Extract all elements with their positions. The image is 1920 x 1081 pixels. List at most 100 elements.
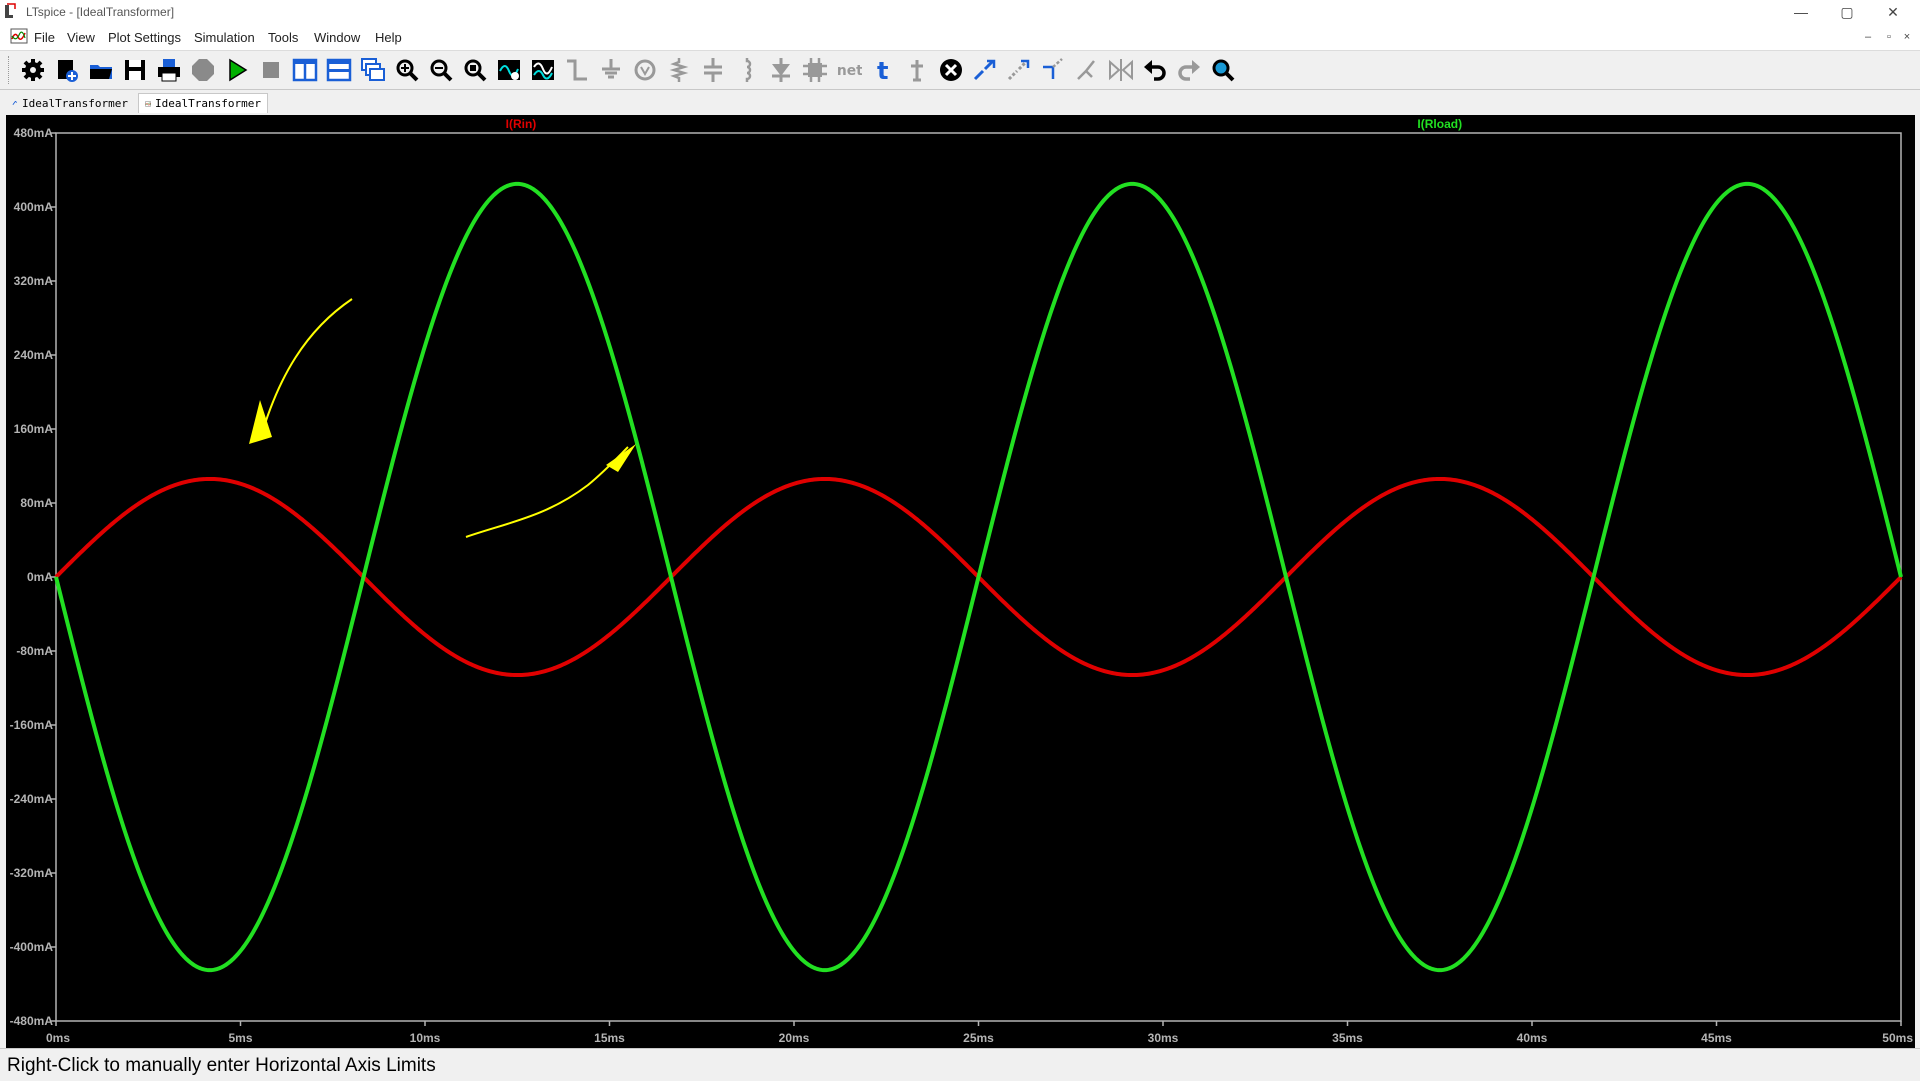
wire-icon xyxy=(567,59,587,81)
tab-waveform[interactable]: IdealTransformer xyxy=(138,93,268,113)
waveform-doc-icon xyxy=(145,101,151,106)
annotation-arrow-rload xyxy=(465,446,629,538)
move-button[interactable] xyxy=(1004,55,1034,85)
minimize-button[interactable]: — xyxy=(1778,0,1824,24)
waveform-icon xyxy=(532,60,554,80)
zoom-fit-icon xyxy=(464,59,487,82)
inductor-button[interactable] xyxy=(732,55,762,85)
cascade-button[interactable] xyxy=(358,55,388,85)
undo-icon xyxy=(1144,60,1166,81)
mdi-close-button[interactable]: × xyxy=(1899,29,1915,45)
menu-simulation[interactable]: Simulation xyxy=(194,30,255,45)
tile-vertical-button[interactable] xyxy=(290,55,320,85)
zoom-in-icon xyxy=(396,59,419,82)
find-button[interactable] xyxy=(1208,55,1238,85)
delete-icon xyxy=(940,59,962,81)
tab-label: IdealTransformer xyxy=(155,97,261,110)
waveform-button[interactable] xyxy=(528,55,558,85)
redo-button[interactable] xyxy=(1174,55,1204,85)
zoom-out-button[interactable] xyxy=(426,55,456,85)
zoom-in-button[interactable] xyxy=(392,55,422,85)
resistor-button[interactable] xyxy=(664,55,694,85)
delete-button[interactable] xyxy=(936,55,966,85)
mirror-button[interactable] xyxy=(1106,55,1136,85)
y-tick-label: -240mA xyxy=(10,792,54,806)
x-tick-label: 35ms xyxy=(1332,1031,1363,1045)
diode-button[interactable] xyxy=(766,55,796,85)
drag-button[interactable] xyxy=(1038,55,1068,85)
duplicate-icon xyxy=(973,59,996,81)
new-schematic-button[interactable] xyxy=(52,55,82,85)
find-icon xyxy=(1212,59,1235,82)
wire-button[interactable] xyxy=(562,55,592,85)
tile-horizontal-icon xyxy=(326,58,352,82)
y-tick-label: 480mA xyxy=(14,126,54,140)
run-icon xyxy=(229,58,248,82)
document-tab-bar: IdealTransformer IdealTransformer xyxy=(0,90,1920,114)
spice-directive-icon xyxy=(911,60,923,82)
open-button[interactable] xyxy=(86,55,116,85)
x-tick-label: 20ms xyxy=(779,1031,810,1045)
voltage-source-button[interactable] xyxy=(630,55,660,85)
save-button[interactable] xyxy=(120,55,150,85)
stop-button[interactable] xyxy=(256,55,286,85)
y-tick-label: 160mA xyxy=(14,422,54,436)
resistor-icon xyxy=(669,58,689,82)
x-tick-label: 50ms xyxy=(1882,1031,1913,1045)
text-button[interactable]: t xyxy=(868,55,898,85)
menu-window[interactable]: Window xyxy=(314,30,360,45)
rotate-button[interactable] xyxy=(1072,55,1102,85)
y-tick-label: 240mA xyxy=(14,348,54,362)
drag-icon xyxy=(1043,58,1063,79)
toolbar-grip[interactable] xyxy=(8,56,12,84)
run-button[interactable] xyxy=(222,55,252,85)
ground-button[interactable] xyxy=(596,55,626,85)
settings-button[interactable] xyxy=(18,55,48,85)
waveform-chart[interactable]: 480mA 400mA 320mA 240mA 160mA 80mA 0mA -80mA -16… xyxy=(6,115,1915,1048)
annotation-arrow-rin xyxy=(259,298,353,441)
spice-directive-button[interactable] xyxy=(902,55,932,85)
menu-bar: File View Plot Settings Simulation Tools… xyxy=(0,24,1920,51)
zoom-out-icon xyxy=(430,59,453,82)
waveform-doc-icon xyxy=(10,28,28,44)
y-tick-label: -320mA xyxy=(10,866,54,880)
capacitor-button[interactable] xyxy=(698,55,728,85)
y-tick-label: -400mA xyxy=(10,940,54,954)
waveform-plot-pane[interactable]: 480mA 400mA 320mA 240mA 160mA 80mA 0mA -80mA -16… xyxy=(6,115,1915,1048)
annotation-arrowhead-rin xyxy=(249,400,272,444)
mdi-restore-button[interactable]: ▫ xyxy=(1881,29,1897,45)
zoom-fit-button[interactable] xyxy=(460,55,490,85)
menu-view[interactable]: View xyxy=(67,30,95,45)
component-button[interactable] xyxy=(800,55,830,85)
duplicate-button[interactable] xyxy=(970,55,1000,85)
print-button[interactable] xyxy=(154,55,184,85)
halt-button[interactable] xyxy=(188,55,218,85)
schematic-icon xyxy=(12,100,18,105)
x-tick-label: 5ms xyxy=(228,1031,252,1045)
autorange-icon xyxy=(498,60,520,80)
tab-schematic[interactable]: IdealTransformer xyxy=(6,93,134,113)
menu-plot-settings[interactable]: Plot Settings xyxy=(108,30,181,45)
close-button[interactable]: ✕ xyxy=(1870,0,1916,24)
menu-file[interactable]: File xyxy=(34,30,55,45)
open-icon xyxy=(90,65,112,79)
restore-button[interactable]: ▢ xyxy=(1824,0,1870,24)
redo-icon xyxy=(1178,60,1200,81)
tab-label: IdealTransformer xyxy=(22,96,128,110)
tile-horizontal-button[interactable] xyxy=(324,55,354,85)
net-label-button[interactable]: net xyxy=(834,55,864,85)
undo-button[interactable] xyxy=(1140,55,1170,85)
menu-help[interactable]: Help xyxy=(375,30,402,45)
y-tick-label: 80mA xyxy=(20,496,53,510)
halt-icon xyxy=(192,59,214,81)
autorange-button[interactable] xyxy=(494,55,524,85)
text-icon: t xyxy=(877,57,888,83)
menu-tools[interactable]: Tools xyxy=(268,30,298,45)
y-tick-label: 0mA xyxy=(27,570,53,584)
x-tick-label: 30ms xyxy=(1148,1031,1179,1045)
stop-icon xyxy=(263,62,279,78)
mirror-icon xyxy=(1109,59,1133,81)
status-bar: Right-Click to manually enter Horizontal… xyxy=(0,1048,1920,1081)
mdi-minimize-button[interactable]: – xyxy=(1860,29,1876,45)
cascade-icon xyxy=(361,58,385,81)
